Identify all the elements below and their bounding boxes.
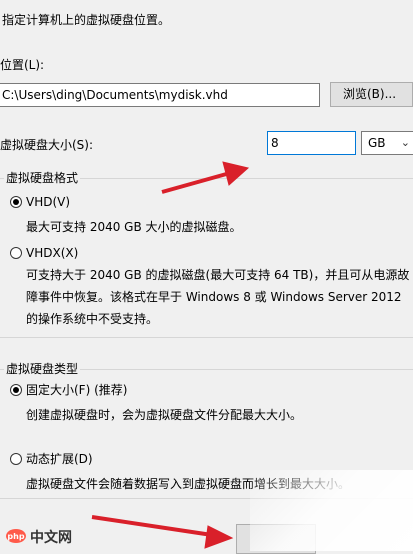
watermark-text: 中文网: [30, 530, 72, 546]
fade-overlay: [250, 470, 413, 551]
arrow-line-bottom: [91, 515, 213, 537]
arrow-line-top: [161, 171, 231, 194]
red-arrow-annotation: [91, 161, 250, 549]
svg-text:php: php: [7, 532, 24, 541]
php-logo-icon: php: [6, 529, 26, 543]
watermark-logo: php 中文网: [0, 520, 110, 551]
arrow-head-top: [222, 161, 250, 186]
arrow-head-bottom: [204, 525, 234, 549]
